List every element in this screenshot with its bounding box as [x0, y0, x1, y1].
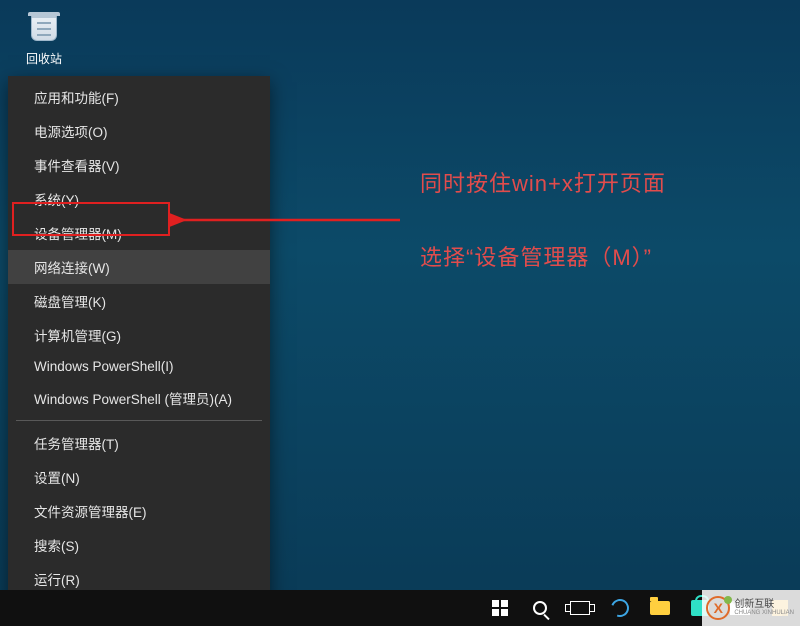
watermark-text: 创新互联: [734, 600, 794, 610]
menu-disk-management[interactable]: 磁盘管理(K): [8, 284, 270, 318]
menu-device-manager[interactable]: 设备管理器(M): [8, 216, 270, 250]
menu-event-viewer[interactable]: 事件查看器(V): [8, 148, 270, 182]
menu-apps-features[interactable]: 应用和功能(F): [8, 80, 270, 114]
annotation-text-1: 同时按住win+x打开页面: [420, 166, 666, 198]
menu-network-connections[interactable]: 网络连接(W): [8, 250, 270, 284]
taskbar: X 创新互联 CHUANG XINHULIAN: [0, 590, 800, 626]
annotation-text-2: 选择“设备管理器（M）”: [420, 240, 652, 272]
menu-task-manager[interactable]: 任务管理器(T): [8, 426, 270, 460]
taskbar-file-explorer[interactable]: [640, 590, 680, 626]
task-view-icon: [570, 601, 590, 615]
windows-start-icon: [492, 600, 508, 616]
folder-icon: [650, 601, 670, 615]
menu-file-explorer[interactable]: 文件资源管理器(E): [8, 494, 270, 528]
menu-powershell[interactable]: Windows PowerShell(I): [8, 352, 270, 381]
winx-context-menu: 应用和功能(F) 电源选项(O) 事件查看器(V) 系统(Y) 设备管理器(M)…: [8, 76, 270, 622]
menu-settings[interactable]: 设置(N): [8, 460, 270, 494]
menu-power-options[interactable]: 电源选项(O): [8, 114, 270, 148]
menu-computer-management[interactable]: 计算机管理(G): [8, 318, 270, 352]
image-watermark: X 创新互联 CHUANG XINHULIAN: [702, 590, 800, 626]
edge-icon: [608, 596, 632, 620]
taskbar-search-button[interactable]: [520, 590, 560, 626]
recycle-bin-icon: [24, 8, 64, 48]
recycle-bin[interactable]: 回收站: [14, 8, 74, 67]
taskbar-taskview-button[interactable]: [560, 590, 600, 626]
taskbar-edge[interactable]: [600, 590, 640, 626]
recycle-bin-label: 回收站: [14, 50, 74, 67]
search-icon: [533, 601, 547, 615]
watermark-subtext: CHUANG XINHULIAN: [734, 610, 794, 616]
taskbar-start-button[interactable]: [480, 590, 520, 626]
menu-system[interactable]: 系统(Y): [8, 182, 270, 216]
menu-search[interactable]: 搜索(S): [8, 528, 270, 562]
desktop: 回收站 应用和功能(F) 电源选项(O) 事件查看器(V) 系统(Y) 设备管理…: [0, 0, 800, 626]
watermark-logo-icon: X: [706, 596, 730, 620]
menu-powershell-admin[interactable]: Windows PowerShell (管理员)(A): [8, 381, 270, 415]
menu-separator: [16, 420, 262, 421]
